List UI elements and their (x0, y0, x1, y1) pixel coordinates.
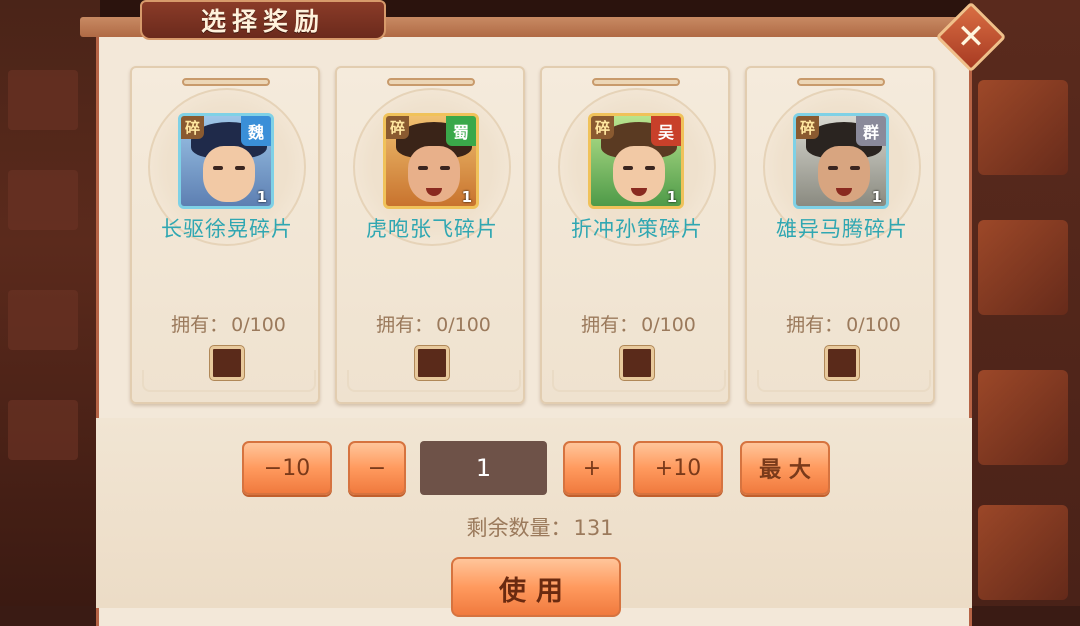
owned-value: 0/100 (436, 314, 491, 336)
dialog-title-plate: 选择奖励 (140, 0, 386, 40)
count-badge: 1 (666, 188, 677, 206)
plus-one-button[interactable]: + (563, 441, 621, 495)
card-hanger (182, 78, 270, 86)
max-button[interactable]: 最 大 (740, 441, 830, 495)
card-footer-decoration (552, 370, 726, 392)
hero-portrait: 碎 吴 1 (588, 113, 684, 209)
reward-card[interactable]: 碎 魏 1 长驱徐晃碎片 拥有： 0/100 (130, 66, 320, 404)
hero-portrait: 碎 群 1 (793, 113, 889, 209)
owned-count: 拥有： 0/100 (542, 310, 732, 337)
owned-count: 拥有： 0/100 (337, 310, 527, 337)
fragment-badge: 碎 (591, 116, 615, 139)
card-footer-decoration (347, 370, 521, 392)
faction-badge: 蜀 (446, 116, 476, 146)
hero-eye (645, 166, 655, 170)
card-name: 虎咆张飞碎片 (366, 217, 498, 241)
card-hanger (592, 78, 680, 86)
card-hanger (387, 78, 475, 86)
hero-eye (828, 166, 838, 170)
quantity-field[interactable]: 1 (420, 441, 547, 495)
fragment-badge: 碎 (796, 116, 820, 139)
owned-value: 0/100 (846, 314, 901, 336)
count-badge: 1 (461, 188, 472, 206)
dialog-title: 选择奖励 (200, 7, 325, 36)
fragment-badge: 碎 (386, 116, 410, 139)
hero-eye (418, 166, 428, 170)
fragment-badge: 碎 (181, 116, 205, 139)
owned-count: 拥有： 0/100 (132, 310, 322, 337)
remaining-value: 131 (573, 516, 614, 540)
owned-label: 拥有： (376, 314, 434, 336)
reward-card[interactable]: 碎 吴 1 折冲孙策碎片 拥有： 0/100 (540, 66, 730, 404)
owned-value: 0/100 (641, 314, 696, 336)
hero-eye (235, 166, 245, 170)
faction-badge: 群 (856, 116, 886, 146)
remaining-count: 剩余数量：131 (0, 512, 1080, 542)
owned-value: 0/100 (231, 314, 286, 336)
card-footer-decoration (142, 370, 316, 392)
card-name: 长驱徐晃碎片 (161, 217, 293, 241)
minus-ten-button[interactable]: −10 (242, 441, 332, 495)
plus-ten-button[interactable]: +10 (633, 441, 723, 495)
card-hanger (797, 78, 885, 86)
close-icon[interactable]: ✕ (946, 12, 996, 62)
hero-eye (213, 166, 223, 170)
count-badge: 1 (871, 188, 882, 206)
remaining-label: 剩余数量： (466, 516, 572, 540)
owned-label: 拥有： (171, 314, 229, 336)
card-name: 雄异马腾碎片 (776, 217, 908, 241)
owned-label: 拥有： (581, 314, 639, 336)
faction-badge: 吴 (651, 116, 681, 146)
hero-eye (850, 166, 860, 170)
card-name: 折冲孙策碎片 (571, 217, 703, 241)
use-button[interactable]: 使用 (451, 557, 621, 617)
owned-count: 拥有： 0/100 (747, 310, 937, 337)
hero-eye (623, 166, 633, 170)
faction-badge: 魏 (241, 116, 271, 146)
hero-portrait: 碎 魏 1 (178, 113, 274, 209)
minus-one-button[interactable]: − (348, 441, 406, 495)
card-footer-decoration (757, 370, 931, 392)
owned-label: 拥有： (786, 314, 844, 336)
reward-card[interactable]: 碎 蜀 1 虎咆张飞碎片 拥有： 0/100 (335, 66, 525, 404)
hero-face (203, 146, 255, 202)
reward-card[interactable]: 碎 群 1 雄异马腾碎片 拥有： 0/100 (745, 66, 935, 404)
hero-eye (440, 166, 450, 170)
count-badge: 1 (256, 188, 267, 206)
hero-portrait: 碎 蜀 1 (383, 113, 479, 209)
